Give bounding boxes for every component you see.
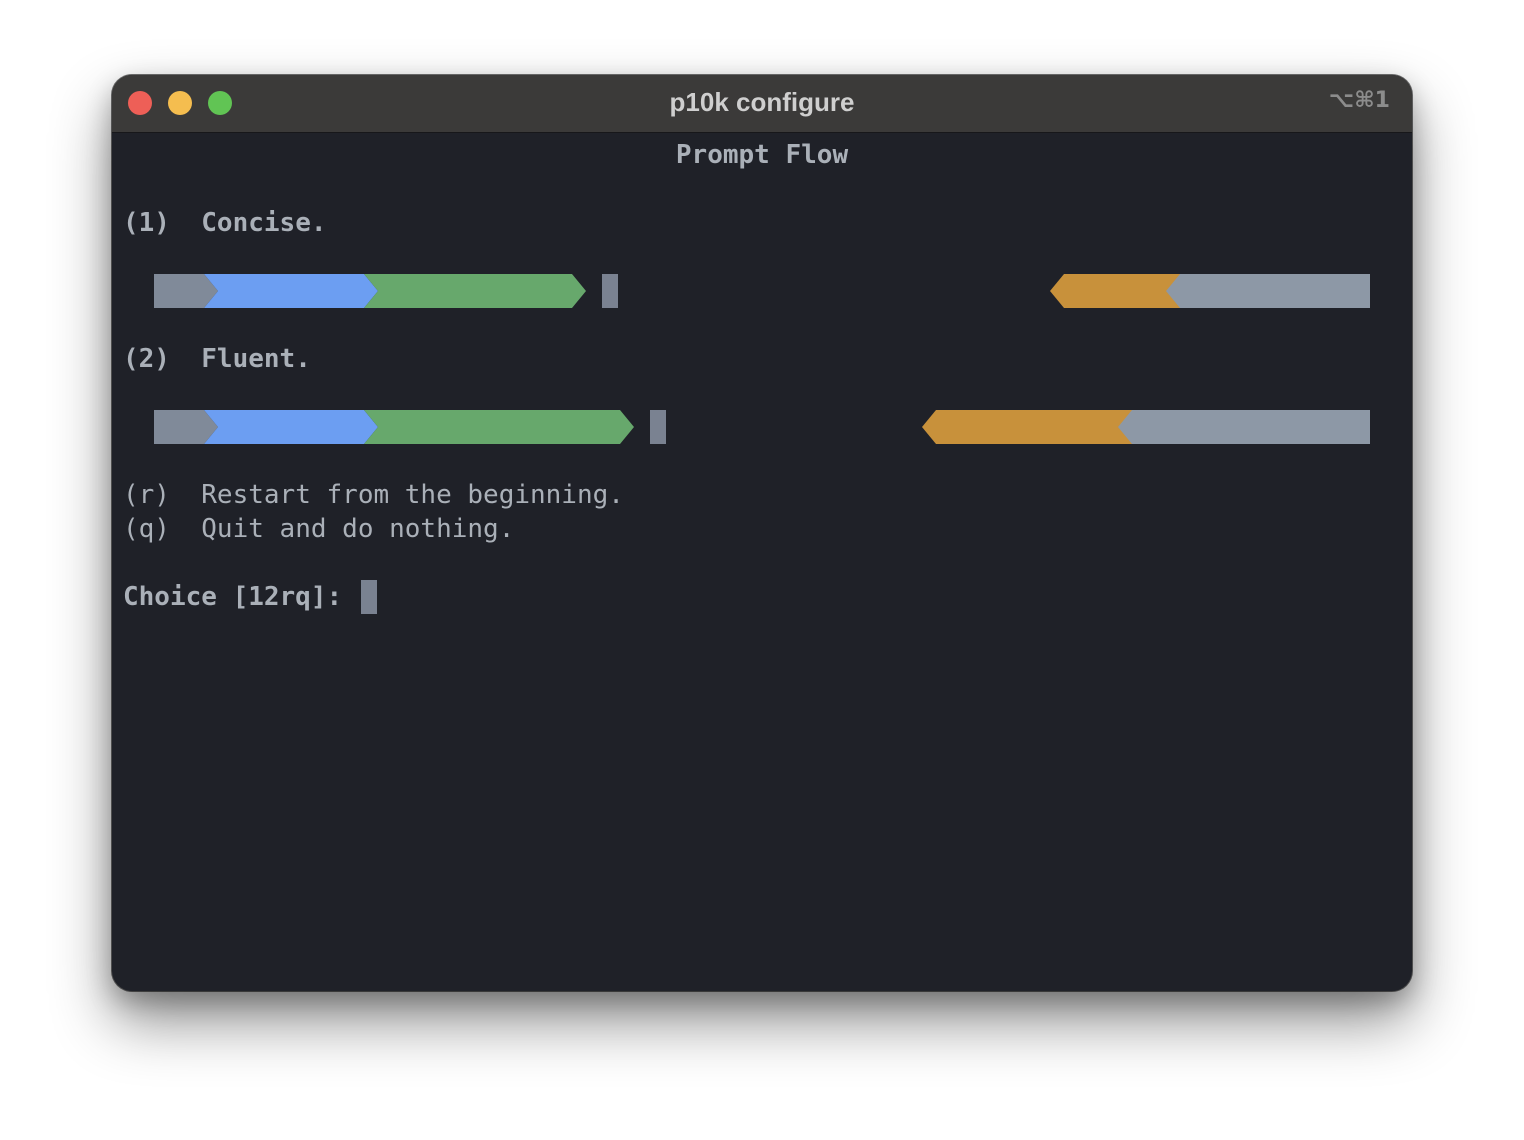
option-concise: (1) Concise.: [123, 206, 327, 240]
time-value: 16:23:42: [1320, 446, 1412, 476]
option-key: (q): [123, 514, 170, 544]
hourglass-icon: [1085, 484, 1103, 508]
time-segment: at 16:23:42: [1118, 410, 1370, 444]
duration-prefix: took: [1077, 446, 1140, 476]
branch-name: master: [523, 378, 618, 408]
option-key: (r): [123, 480, 170, 510]
time-prefix: at: [1273, 446, 1305, 476]
option-restart: (r) Restart from the beginning.: [123, 478, 624, 512]
option-fluent: (2) Fluent.: [123, 342, 311, 376]
folder-icon: [357, 317, 379, 335]
option-label: Fluent.: [201, 344, 311, 374]
apple-icon: [291, 314, 313, 338]
directory-segment: ~/src: [204, 274, 378, 308]
duration-segment: took 5s: [922, 410, 1132, 444]
option-key: (2): [123, 344, 170, 374]
time-value: 16:23:42: [1321, 310, 1400, 340]
git-branch-icon: [517, 515, 535, 545]
apple-icon: [291, 450, 313, 474]
github-icon: [517, 317, 537, 335]
vcs-segment: on master: [364, 410, 634, 444]
option-label: Concise.: [201, 208, 327, 238]
window-shortcut: ⌥⌘1: [1328, 88, 1390, 113]
directory-path: ~/src: [365, 344, 444, 374]
option-label: Restart from the beginning.: [201, 480, 624, 510]
directory-segment: ~/src: [204, 410, 378, 444]
title-bar: p10k configure ⌥⌘1: [112, 75, 1412, 133]
git-branch-icon: [517, 345, 535, 375]
window-title: p10k configure: [669, 87, 855, 117]
prompt-flow-heading: Prompt Flow: [675, 140, 849, 170]
vcs-prefix: on: [517, 446, 549, 476]
folder-icon: [357, 453, 379, 471]
option-quit: (q) Quit and do nothing.: [123, 512, 514, 546]
concise-prompt-preview: ~/src master 5s 16:23:42: [154, 274, 1370, 308]
option-key: (1): [123, 208, 170, 238]
prompt-cursor: [602, 274, 618, 308]
duration-value: 5s: [1155, 446, 1187, 476]
clock-icon: [1327, 350, 1347, 370]
time-segment: 16:23:42: [1166, 274, 1370, 308]
terminal-window: p10k configure ⌥⌘1 Prompt Flow (1) Conci…: [112, 75, 1412, 991]
vcs-segment: master: [364, 274, 586, 308]
prompt-cursor: [650, 410, 666, 444]
branch-name: master: [523, 548, 618, 578]
hourglass-icon: [1213, 348, 1231, 372]
input-cursor[interactable]: [361, 580, 377, 614]
option-label: Quit and do nothing.: [201, 514, 515, 544]
choice-prompt: Choice [12rq]:: [123, 582, 358, 612]
duration-segment: 5s: [1050, 274, 1180, 308]
duration-value: 5s: [1205, 310, 1237, 340]
clock-icon: [1279, 486, 1299, 506]
terminal-content[interactable]: Prompt Flow (1) Concise. ~/src master 5s: [112, 133, 1412, 991]
fluent-prompt-preview: ~/src on master took 5s at 16:23:42: [154, 410, 1370, 444]
